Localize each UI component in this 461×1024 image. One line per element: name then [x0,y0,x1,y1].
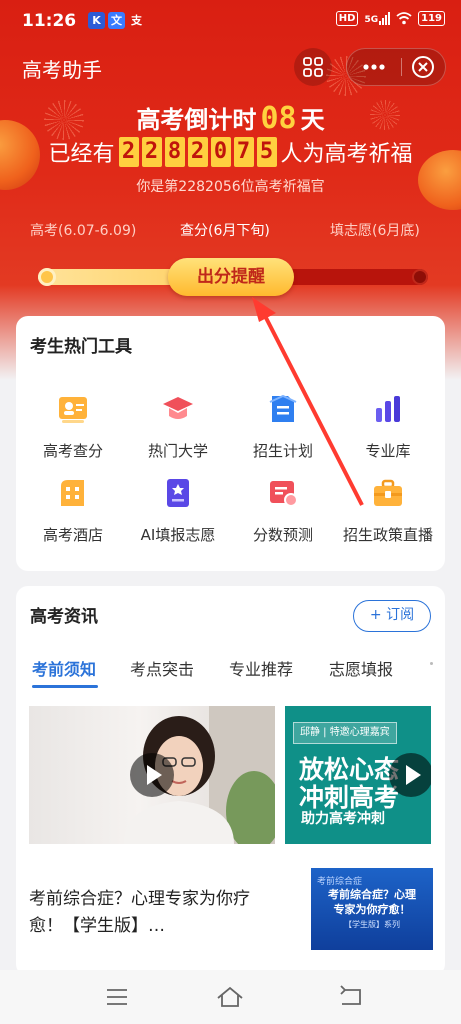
tab-pre-exam[interactable]: 考前须知 [32,656,96,680]
countdown-days: 08 [260,101,297,136]
blessing-digit: 2 [187,137,208,167]
score-reminder-button[interactable]: 出分提醒 [168,258,294,296]
timeline-end-dot [412,269,428,285]
tool-admission-plan[interactable]: 招生计划 [228,392,338,461]
bar-chart-icon [376,396,400,422]
countdown-prefix: 高考倒计时 [136,106,257,134]
active-tab-indicator [32,685,98,688]
tool-score-prediction[interactable]: 分数预测 [228,476,338,545]
tool-label: 招生政策直播 [342,526,433,544]
page-title: 高考助手 [22,58,102,82]
tool-policy-live[interactable]: 招生政策直播 [333,476,443,545]
signal-icon: 5G [364,12,391,25]
tool-score-query[interactable]: 高考查分 [18,392,128,461]
tool-label: 高考酒店 [42,526,103,544]
notification-app-icon: 文 [108,12,125,29]
more-dots-icon [363,64,385,70]
article-thumbnail[interactable]: 考前综合症 考前综合症？心理 专家为你疗愈！ 【学生版】系列 [311,868,433,950]
status-time: 11:26 [22,11,77,31]
battery-icon: 119 [418,11,445,26]
plan-document-icon [269,394,297,422]
tool-label: 分数预测 [252,526,313,544]
graduation-cap-icon [163,397,193,419]
countdown-suffix: 天 [300,106,325,134]
play-icon [389,753,431,797]
menu-icon [107,989,127,1005]
close-circle-icon [412,56,434,78]
video-thumbnail[interactable] [29,706,275,844]
blessing-digit: 7 [233,137,254,167]
blessing-digit: 2 [141,137,162,167]
timeline-start-dot [38,268,56,286]
video-thumbnail[interactable]: 邱静 | 特邀心理嘉宾 放松心态 冲刺高考 助力高考冲刺 [285,706,431,844]
tab-application[interactable]: 志愿填报 [329,656,393,680]
notification-app-icon: 支 [131,14,142,27]
tab-major-recommend[interactable]: 专业推荐 [229,656,293,680]
ai-form-icon [167,479,189,507]
tabs-overflow-indicator [430,662,433,665]
thumb-tag: 考前综合症 [317,877,363,887]
tool-label: 热门大学 [147,442,208,460]
blessing-digit: 2 [118,137,139,167]
tool-exam-hotel[interactable]: 高考酒店 [18,476,128,545]
tool-label: 招生计划 [252,442,313,460]
thumb-headline: 考前综合症？心理 [328,888,416,901]
thumb-series: 【学生版】系列 [344,920,400,929]
scan-icon [303,57,323,77]
blessing-digit: 5 [256,137,277,167]
tool-label: AI填报志愿 [140,526,216,544]
hd-icon: HD [335,11,359,26]
hotel-icon [61,480,84,506]
video-subtitle: 助力高考冲刺 [301,811,385,827]
blessing-rank: 你是第2282056位高考祈福官 [136,179,325,195]
wifi-icon [396,12,412,25]
article-title[interactable]: 考前综合症？心理专家为你疗愈！【学生版】… [29,886,279,940]
notification-app-icon: K [88,12,105,29]
tab-exam-points[interactable]: 考点突击 [130,656,194,680]
play-icon [130,753,174,797]
blessing-digit: 0 [210,137,231,167]
phase-exam: 高考(6.07-6.09) [30,223,137,239]
tool-ai-application[interactable]: AI填报志愿 [123,476,233,545]
phase-score: 查分(6月下旬) [180,223,270,239]
tool-label: 高考查分 [42,442,103,460]
prediction-icon [270,481,298,507]
tools-card: 考生热门工具 高考查分 热门大学 招生计划 专业库 高考酒店 AI填报志愿 分数… [16,316,445,571]
briefcase-icon [374,479,402,506]
back-button[interactable] [336,984,366,1010]
tool-hot-universities[interactable]: 热门大学 [123,392,233,461]
system-nav-bar [0,970,461,1024]
tool-label: 专业库 [365,442,411,460]
tool-major-library[interactable]: 专业库 [333,392,443,461]
blessing-digit: 8 [164,137,185,167]
close-button[interactable] [402,49,446,85]
blessing-digits: 2 2 8 2 0 7 5 [118,137,277,167]
news-title: 高考资讯 [30,607,98,627]
countdown-banner: 高考倒计时 08 天 [0,100,461,136]
blessing-prefix: 已经有 [48,142,115,167]
score-card-icon [59,397,87,423]
home-icon [217,986,243,1007]
subscribe-button[interactable]: + 订阅 [353,600,431,632]
scan-button[interactable] [294,48,332,86]
menu-button[interactable] [102,984,132,1010]
signal-label: 5G [364,15,379,25]
video-speaker-badge: 邱静 | 特邀心理嘉宾 [293,722,397,744]
status-bar: 11:26 K 文 支 HD 5G 119 [0,0,461,40]
tools-title: 考生热门工具 [30,337,132,357]
back-icon [340,985,361,1005]
blessing-suffix: 人为高考祈福 [280,142,413,167]
more-button[interactable] [347,49,401,85]
phase-apply: 填志愿(6月底) [330,223,420,239]
thumb-headline: 专家为你疗愈！ [333,903,411,916]
blessing-counter: 已经有 2 2 8 2 0 7 5 人为高考祈福 [0,136,461,168]
news-card: 高考资讯 + 订阅 考前须知 考点突击 专业推荐 志愿填报 邱静 | 特邀心理嘉… [16,586,445,976]
home-button[interactable] [215,984,245,1010]
mini-program-capsule [346,48,446,86]
